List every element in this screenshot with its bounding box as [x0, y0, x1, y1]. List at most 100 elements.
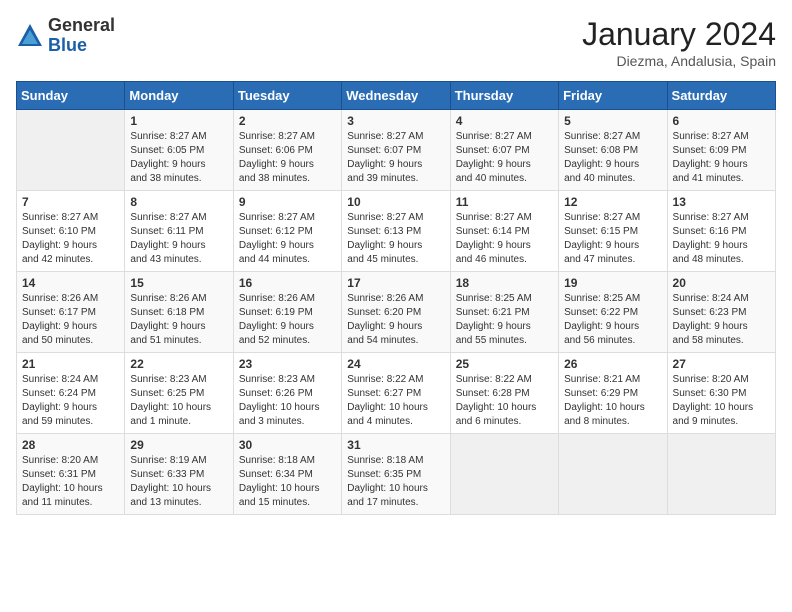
- calendar-cell: 26Sunrise: 8:21 AM Sunset: 6:29 PM Dayli…: [559, 353, 667, 434]
- logo-text: General Blue: [48, 16, 115, 56]
- day-info: Sunrise: 8:27 AM Sunset: 6:09 PM Dayligh…: [673, 130, 770, 186]
- day-number: 2: [239, 114, 336, 128]
- day-number: 27: [673, 357, 770, 371]
- calendar-cell: 1Sunrise: 8:27 AM Sunset: 6:05 PM Daylig…: [125, 110, 233, 191]
- day-number: 12: [564, 195, 661, 209]
- weekday-header-sunday: Sunday: [17, 82, 125, 110]
- day-info: Sunrise: 8:27 AM Sunset: 6:07 PM Dayligh…: [456, 130, 553, 186]
- calendar-body: 1Sunrise: 8:27 AM Sunset: 6:05 PM Daylig…: [17, 110, 776, 515]
- day-number: 22: [130, 357, 227, 371]
- calendar-cell: 24 Sunrise: 8:22 AM Sunset: 6:27 PM Dayli…: [342, 353, 450, 434]
- day-info: Sunrise: 8:22 AM Sunset: 6:28 PM Dayligh…: [456, 373, 553, 429]
- calendar-cell: 19 Sunrise: 8:25 AM Sunset: 6:22 PM Dayli…: [559, 272, 667, 353]
- day-info: Sunrise: 8:27 AM Sunset: 6:07 PM Dayligh…: [347, 130, 444, 186]
- calendar-cell: 12 Sunrise: 8:27 AM Sunset: 6:15 PM Dayli…: [559, 191, 667, 272]
- calendar-cell: [450, 434, 558, 515]
- day-number: 18: [456, 276, 553, 290]
- location-subtitle: Diezma, Andalusia, Spain: [582, 53, 776, 69]
- calendar-week-row: 21 Sunrise: 8:24 AM Sunset: 6:24 PM Dayli…: [17, 353, 776, 434]
- day-info: Sunrise: 8:27 AM Sunset: 6:13 PM Dayligh…: [347, 211, 444, 267]
- calendar-cell: 15 Sunrise: 8:26 AM Sunset: 6:18 PM Dayli…: [125, 272, 233, 353]
- calendar-cell: 9 Sunrise: 8:27 AM Sunset: 6:12 PM Daylig…: [233, 191, 341, 272]
- day-info: Sunrise: 8:19 AM Sunset: 6:33 PM Dayligh…: [130, 454, 227, 510]
- weekday-header-friday: Friday: [559, 82, 667, 110]
- calendar-cell: 20Sunrise: 8:24 AM Sunset: 6:23 PM Dayli…: [667, 272, 775, 353]
- calendar-cell: 18 Sunrise: 8:25 AM Sunset: 6:21 PM Dayli…: [450, 272, 558, 353]
- calendar-cell: 2Sunrise: 8:27 AM Sunset: 6:06 PM Daylig…: [233, 110, 341, 191]
- calendar-cell: 27 Sunrise: 8:20 AM Sunset: 6:30 PM Dayli…: [667, 353, 775, 434]
- day-number: 14: [22, 276, 119, 290]
- day-info: Sunrise: 8:20 AM Sunset: 6:30 PM Dayligh…: [673, 373, 770, 429]
- calendar-cell: 16Sunrise: 8:26 AM Sunset: 6:19 PM Dayli…: [233, 272, 341, 353]
- day-info: Sunrise: 8:22 AM Sunset: 6:27 PM Dayligh…: [347, 373, 444, 429]
- calendar-cell: 13Sunrise: 8:27 AM Sunset: 6:16 PM Dayli…: [667, 191, 775, 272]
- day-number: 15: [130, 276, 227, 290]
- calendar-cell: [17, 110, 125, 191]
- day-number: 10: [347, 195, 444, 209]
- calendar-cell: 3Sunrise: 8:27 AM Sunset: 6:07 PM Daylig…: [342, 110, 450, 191]
- day-info: Sunrise: 8:27 AM Sunset: 6:11 PM Dayligh…: [130, 211, 227, 267]
- calendar-cell: 31 Sunrise: 8:18 AM Sunset: 6:35 PM Dayli…: [342, 434, 450, 515]
- day-info: Sunrise: 8:25 AM Sunset: 6:22 PM Dayligh…: [564, 292, 661, 348]
- calendar-cell: 7Sunrise: 8:27 AM Sunset: 6:10 PM Daylig…: [17, 191, 125, 272]
- day-info: Sunrise: 8:23 AM Sunset: 6:25 PM Dayligh…: [130, 373, 227, 429]
- calendar-cell: 28 Sunrise: 8:20 AM Sunset: 6:31 PM Dayli…: [17, 434, 125, 515]
- title-block: January 2024 Diezma, Andalusia, Spain: [582, 16, 776, 69]
- calendar-cell: 4 Sunrise: 8:27 AM Sunset: 6:07 PM Daylig…: [450, 110, 558, 191]
- calendar-table: SundayMondayTuesdayWednesdayThursdayFrid…: [16, 81, 776, 515]
- day-info: Sunrise: 8:23 AM Sunset: 6:26 PM Dayligh…: [239, 373, 336, 429]
- day-number: 8: [130, 195, 227, 209]
- day-info: Sunrise: 8:27 AM Sunset: 6:15 PM Dayligh…: [564, 211, 661, 267]
- calendar-cell: 14 Sunrise: 8:26 AM Sunset: 6:17 PM Dayli…: [17, 272, 125, 353]
- weekday-header-saturday: Saturday: [667, 82, 775, 110]
- calendar-header: SundayMondayTuesdayWednesdayThursdayFrid…: [17, 82, 776, 110]
- day-info: Sunrise: 8:26 AM Sunset: 6:19 PM Dayligh…: [239, 292, 336, 348]
- calendar-cell: 25 Sunrise: 8:22 AM Sunset: 6:28 PM Dayli…: [450, 353, 558, 434]
- month-year-title: January 2024: [582, 16, 776, 53]
- day-info: Sunrise: 8:24 AM Sunset: 6:23 PM Dayligh…: [673, 292, 770, 348]
- day-number: 31: [347, 438, 444, 452]
- calendar-cell: 21 Sunrise: 8:24 AM Sunset: 6:24 PM Dayli…: [17, 353, 125, 434]
- logo-general-text: General: [48, 16, 115, 36]
- calendar-cell: 22 Sunrise: 8:23 AM Sunset: 6:25 PM Dayli…: [125, 353, 233, 434]
- day-number: 6: [673, 114, 770, 128]
- calendar-cell: [667, 434, 775, 515]
- day-number: 21: [22, 357, 119, 371]
- day-info: Sunrise: 8:27 AM Sunset: 6:12 PM Dayligh…: [239, 211, 336, 267]
- calendar-cell: 11Sunrise: 8:27 AM Sunset: 6:14 PM Dayli…: [450, 191, 558, 272]
- day-info: Sunrise: 8:27 AM Sunset: 6:14 PM Dayligh…: [456, 211, 553, 267]
- weekday-header-tuesday: Tuesday: [233, 82, 341, 110]
- day-number: 28: [22, 438, 119, 452]
- calendar-week-row: 14 Sunrise: 8:26 AM Sunset: 6:17 PM Dayli…: [17, 272, 776, 353]
- calendar-week-row: 28 Sunrise: 8:20 AM Sunset: 6:31 PM Dayli…: [17, 434, 776, 515]
- logo-icon: [16, 22, 44, 50]
- weekday-header-row: SundayMondayTuesdayWednesdayThursdayFrid…: [17, 82, 776, 110]
- day-number: 4: [456, 114, 553, 128]
- day-number: 24: [347, 357, 444, 371]
- calendar-week-row: 1Sunrise: 8:27 AM Sunset: 6:05 PM Daylig…: [17, 110, 776, 191]
- weekday-header-monday: Monday: [125, 82, 233, 110]
- day-number: 13: [673, 195, 770, 209]
- calendar-week-row: 7Sunrise: 8:27 AM Sunset: 6:10 PM Daylig…: [17, 191, 776, 272]
- day-number: 9: [239, 195, 336, 209]
- calendar-cell: 23Sunrise: 8:23 AM Sunset: 6:26 PM Dayli…: [233, 353, 341, 434]
- day-info: Sunrise: 8:24 AM Sunset: 6:24 PM Dayligh…: [22, 373, 119, 429]
- calendar-cell: 5Sunrise: 8:27 AM Sunset: 6:08 PM Daylig…: [559, 110, 667, 191]
- day-number: 1: [130, 114, 227, 128]
- day-number: 17: [347, 276, 444, 290]
- day-info: Sunrise: 8:25 AM Sunset: 6:21 PM Dayligh…: [456, 292, 553, 348]
- calendar-cell: 8 Sunrise: 8:27 AM Sunset: 6:11 PM Daylig…: [125, 191, 233, 272]
- day-info: Sunrise: 8:27 AM Sunset: 6:10 PM Dayligh…: [22, 211, 119, 267]
- day-info: Sunrise: 8:20 AM Sunset: 6:31 PM Dayligh…: [22, 454, 119, 510]
- day-info: Sunrise: 8:18 AM Sunset: 6:35 PM Dayligh…: [347, 454, 444, 510]
- logo: General Blue: [16, 16, 115, 56]
- day-number: 25: [456, 357, 553, 371]
- day-number: 19: [564, 276, 661, 290]
- day-info: Sunrise: 8:26 AM Sunset: 6:17 PM Dayligh…: [22, 292, 119, 348]
- calendar-cell: 29Sunrise: 8:19 AM Sunset: 6:33 PM Dayli…: [125, 434, 233, 515]
- logo-blue-text: Blue: [48, 36, 115, 56]
- day-info: Sunrise: 8:26 AM Sunset: 6:18 PM Dayligh…: [130, 292, 227, 348]
- day-info: Sunrise: 8:18 AM Sunset: 6:34 PM Dayligh…: [239, 454, 336, 510]
- calendar-cell: [559, 434, 667, 515]
- day-info: Sunrise: 8:21 AM Sunset: 6:29 PM Dayligh…: [564, 373, 661, 429]
